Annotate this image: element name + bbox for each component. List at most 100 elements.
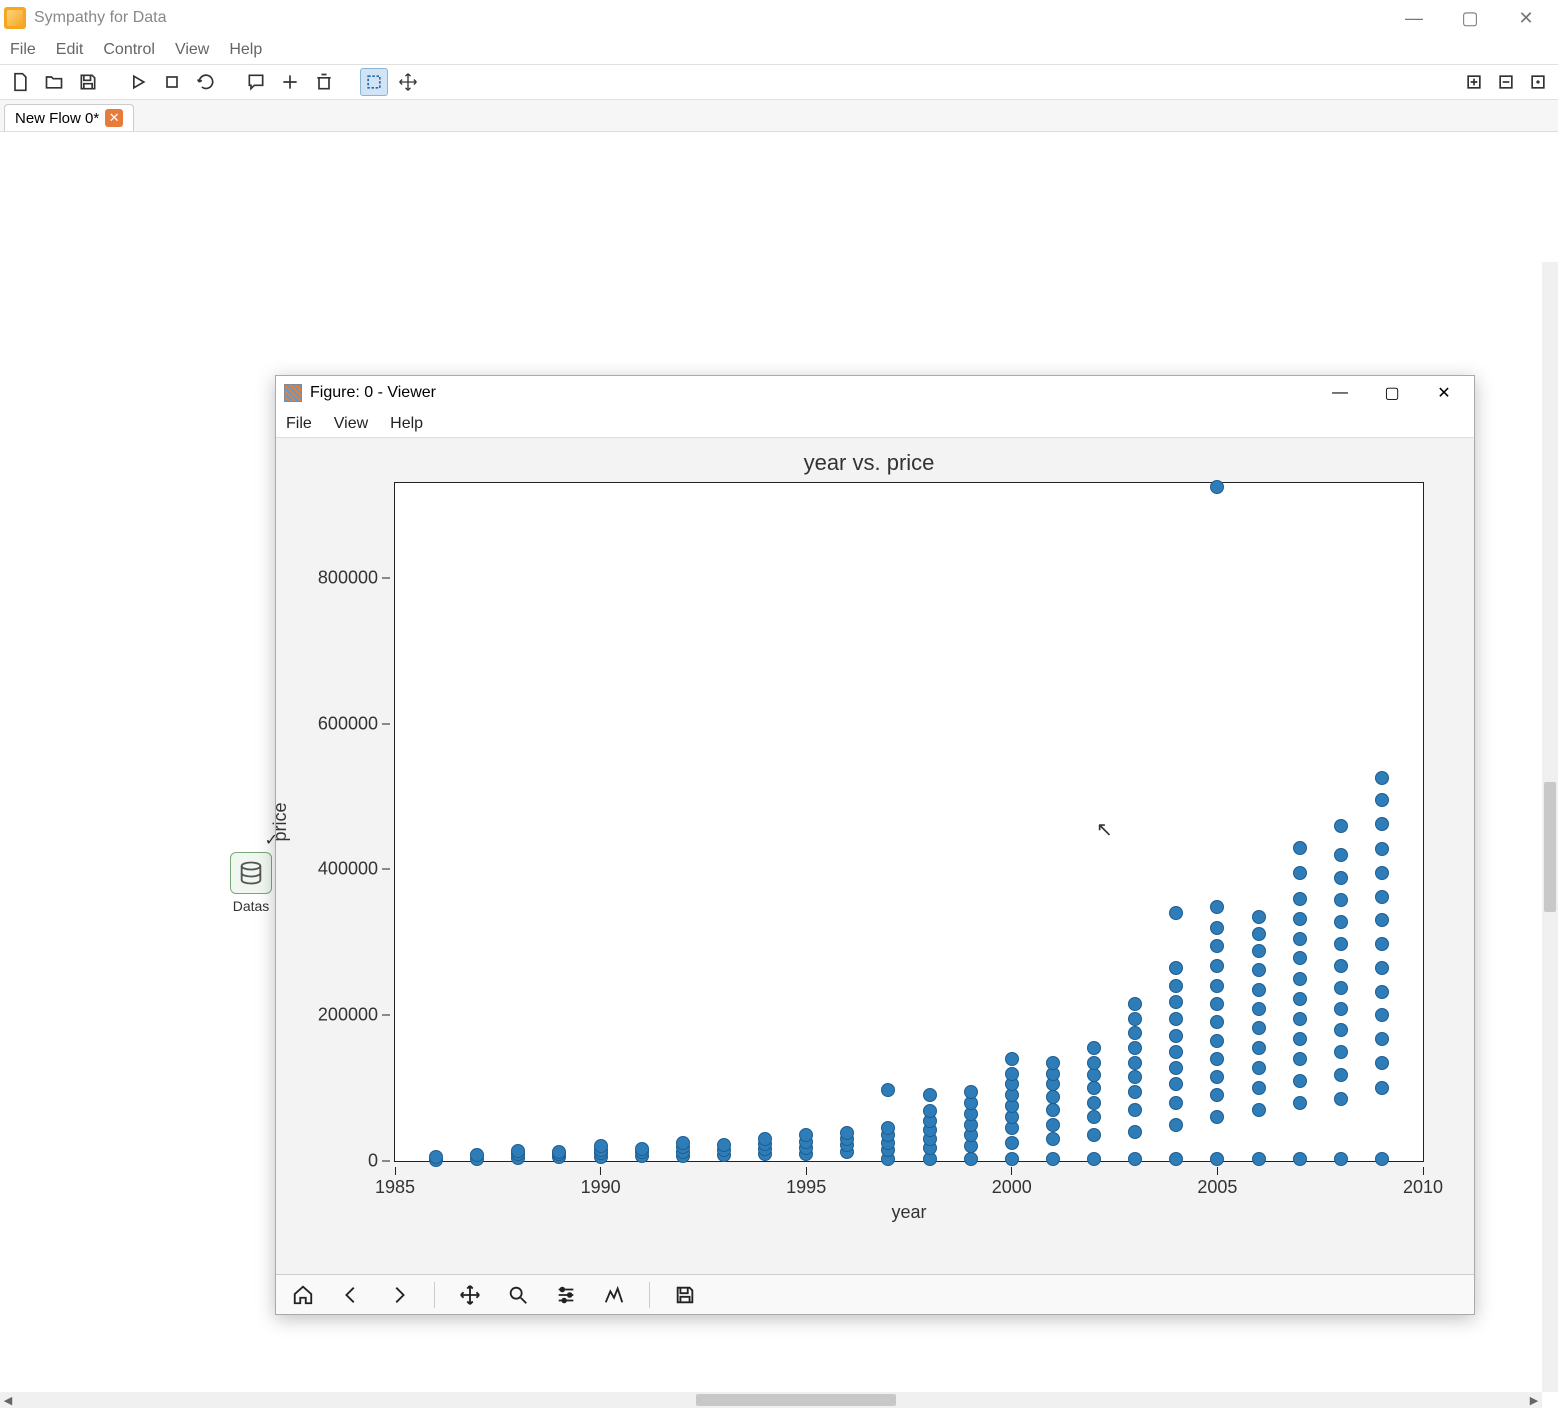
reload-icon[interactable] [192,68,220,96]
data-point [1293,1152,1307,1166]
fit-icon[interactable] [1524,68,1552,96]
tab-label: New Flow 0* [15,110,99,127]
data-point [1128,997,1142,1011]
figure-viewer-window: Figure: 0 - Viewer — ▢ ✕ File View Help … [275,375,1475,1315]
home-icon[interactable] [290,1282,316,1308]
data-point [1334,819,1348,833]
viewer-menu-view[interactable]: View [334,415,368,433]
h-scroll-right-icon[interactable]: ▶ [1526,1394,1542,1407]
h-scroll-left-icon[interactable]: ◀ [0,1394,16,1407]
v-scroll-thumb[interactable] [1544,782,1556,912]
data-point [1169,1152,1183,1166]
data-point [676,1136,690,1150]
save-icon[interactable] [74,68,102,96]
data-point [1087,1110,1101,1124]
comment-icon[interactable] [242,68,270,96]
viewer-app-icon [284,384,302,402]
data-point [1293,1012,1307,1026]
viewer-close-button[interactable]: ✕ [1422,379,1466,407]
menu-help[interactable]: Help [229,41,262,59]
pan-icon[interactable] [457,1282,483,1308]
collapse-icon[interactable] [1492,68,1520,96]
data-point [1252,1021,1266,1035]
viewer-menu-bar: File View Help [276,410,1474,438]
viewer-minimize-button[interactable]: — [1318,379,1362,407]
data-point [1210,939,1224,953]
add-icon[interactable] [276,68,304,96]
data-point [1293,992,1307,1006]
data-point [1293,932,1307,946]
viewer-menu-help[interactable]: Help [390,415,423,433]
viewer-toolbar [276,1274,1474,1314]
viewer-maximize-button[interactable]: ▢ [1370,379,1414,407]
data-point [1210,1110,1224,1124]
data-point [1005,1067,1019,1081]
data-point [1334,893,1348,907]
menu-file[interactable]: File [10,41,36,59]
data-point [1128,1152,1142,1166]
forward-icon[interactable] [386,1282,412,1308]
new-file-icon[interactable] [6,68,34,96]
h-scroll-thumb[interactable] [696,1394,896,1406]
data-point [552,1145,566,1159]
data-point [1128,1125,1142,1139]
y-tick: 400000 [318,859,390,880]
data-point [1046,1118,1060,1132]
chart-plot-area[interactable]: 0200000400000600000800000 19851990199520… [394,482,1424,1162]
minimize-button[interactable]: — [1386,2,1442,34]
database-icon [230,852,272,894]
data-point [1046,1090,1060,1104]
data-point [1210,959,1224,973]
data-point [1169,1012,1183,1026]
save-figure-icon[interactable] [672,1282,698,1308]
data-point [1046,1103,1060,1117]
menu-view[interactable]: View [175,41,209,59]
tab-strip: New Flow 0* ✕ [0,100,1558,132]
data-point [1334,871,1348,885]
data-point [1128,1103,1142,1117]
data-point [1169,1061,1183,1075]
edit-axes-icon[interactable] [601,1282,627,1308]
menu-edit[interactable]: Edit [56,41,84,59]
data-point [594,1139,608,1153]
tab-flow[interactable]: New Flow 0* ✕ [4,104,134,131]
menu-control[interactable]: Control [103,41,155,59]
data-point [1128,1041,1142,1055]
select-icon[interactable] [360,68,388,96]
data-point [470,1148,484,1162]
maximize-button[interactable]: ▢ [1442,2,1498,34]
vertical-scrollbar[interactable] [1542,262,1558,1392]
stop-icon[interactable] [158,68,186,96]
back-icon[interactable] [338,1282,364,1308]
zoom-icon[interactable] [505,1282,531,1308]
data-point [1087,1041,1101,1055]
data-point [840,1126,854,1140]
data-point [1375,817,1389,831]
data-point [1169,1118,1183,1132]
data-point [923,1088,937,1102]
data-point [1375,937,1389,951]
viewer-title-bar[interactable]: Figure: 0 - Viewer — ▢ ✕ [276,376,1474,410]
data-point [1087,1056,1101,1070]
data-point [1375,771,1389,785]
delete-icon[interactable] [310,68,338,96]
viewer-menu-file[interactable]: File [286,415,312,433]
data-point [1046,1132,1060,1146]
tab-close-icon[interactable]: ✕ [105,109,123,127]
open-file-icon[interactable] [40,68,68,96]
data-point [1252,1103,1266,1117]
data-point [923,1104,937,1118]
data-point [1334,1002,1348,1016]
horizontal-scrollbar[interactable]: ◀ ▶ [0,1392,1542,1408]
data-point [1087,1081,1101,1095]
close-button[interactable]: ✕ [1498,2,1554,34]
data-point [1005,1152,1019,1166]
config-icon[interactable] [553,1282,579,1308]
expand-icon[interactable] [1460,68,1488,96]
move-icon[interactable] [394,68,422,96]
data-point [717,1138,731,1152]
dataset-node[interactable]: ✓ Datas [230,852,272,914]
data-point [1169,1045,1183,1059]
run-icon[interactable] [124,68,152,96]
data-point [1046,1152,1060,1166]
